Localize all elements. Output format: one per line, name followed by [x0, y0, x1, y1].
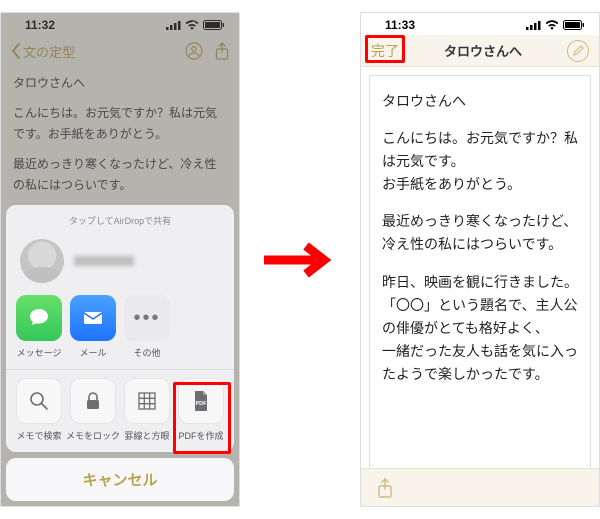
cancel-button[interactable]: キャンセル	[6, 458, 234, 501]
share-actions-row: メモで検索 メモをロック 罫線と方眼 PDF PDFを作成	[6, 369, 234, 452]
airdrop-row[interactable]	[6, 229, 234, 287]
share-app-messages[interactable]: メッセージ	[12, 295, 66, 359]
messages-label: メッセージ	[17, 346, 62, 359]
more-label: その他	[133, 346, 160, 359]
messages-icon	[16, 295, 62, 341]
action-create-pdf[interactable]: PDF PDFを作成	[174, 378, 228, 442]
doc-p2: 最近めっきり寒くなったけど、冷え性の私にはつらいです。	[382, 210, 578, 256]
bottom-toolbar	[361, 468, 599, 506]
mail-label: メール	[79, 346, 106, 359]
signal-icon	[526, 20, 541, 30]
doc-title: タロウさんへ	[382, 90, 578, 113]
done-button[interactable]: 完了	[371, 41, 399, 61]
share-icon[interactable]	[377, 478, 393, 498]
left-phone-share-sheet: 11:32 文の定型 タロウさんへ こんにちは。お元気ですか？私は元気です。お手…	[0, 12, 240, 507]
more-icon: •••	[124, 295, 170, 341]
search-label: メモで検索	[16, 429, 61, 442]
share-apps-row: メッセージ メール ••• その他	[6, 287, 234, 369]
arrow-right	[260, 230, 340, 290]
action-search[interactable]: メモで検索	[12, 378, 66, 442]
airdrop-avatar[interactable]	[20, 239, 64, 283]
share-app-mail[interactable]: メール	[66, 295, 120, 359]
battery-icon	[563, 20, 585, 30]
nav-bar: 完了 タロウさんへ	[361, 35, 599, 67]
search-icon	[16, 378, 62, 424]
airdrop-hint: タップしてAirDropで共有	[69, 216, 171, 226]
share-app-more[interactable]: ••• その他	[120, 295, 174, 359]
status-indicators	[526, 20, 585, 30]
markup-button[interactable]	[567, 40, 589, 62]
action-lock[interactable]: メモをロック	[66, 378, 120, 442]
grid-icon	[124, 378, 170, 424]
lock-label: メモをロック	[66, 429, 120, 442]
wifi-icon	[545, 20, 559, 30]
doc-p3: 昨日、映画を観に行きました。「〇〇」という題名で、主人公の俳優がとても格好よく、…	[382, 271, 578, 386]
action-grid[interactable]: 罫線と方眼	[120, 378, 174, 442]
airdrop-contact-name	[74, 256, 134, 266]
share-sheet-panel: タップしてAirDropで共有 メッセージ メール ••• その他	[6, 205, 234, 452]
lock-icon	[70, 378, 116, 424]
status-bar: 11:33	[361, 13, 599, 35]
share-sheet: タップしてAirDropで共有 メッセージ メール ••• その他	[6, 205, 234, 501]
mail-icon	[70, 295, 116, 341]
pdf-page[interactable]: タロウさんへ こんにちは。お元気ですか？私は元気です。 お手紙をありがとう。 最…	[369, 75, 591, 483]
svg-text:PDF: PDF	[196, 401, 208, 407]
pdf-icon: PDF	[178, 378, 224, 424]
page-title: タロウさんへ	[444, 41, 522, 60]
grid-label: 罫線と方眼	[124, 429, 169, 442]
pen-icon	[572, 45, 584, 57]
right-phone-pdf-preview: 11:33 完了 タロウさんへ タロウさんへ こんにちは。お元気ですか？私は元気…	[360, 12, 600, 507]
doc-p1: こんにちは。お元気ですか？私は元気です。 お手紙をありがとう。	[382, 127, 578, 196]
pdf-label: PDFを作成	[178, 429, 223, 442]
status-time: 11:33	[385, 18, 415, 32]
